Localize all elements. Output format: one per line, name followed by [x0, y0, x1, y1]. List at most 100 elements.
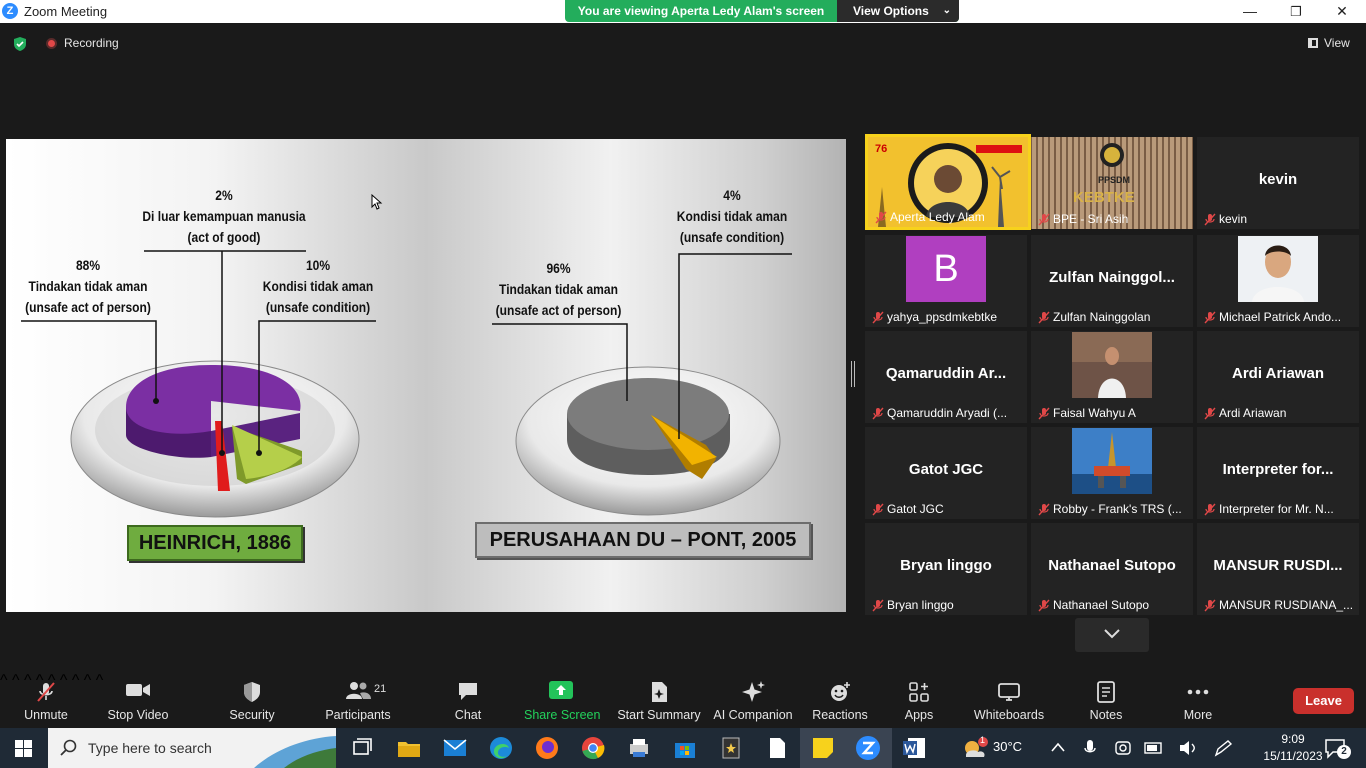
- firefox-icon[interactable]: [533, 734, 561, 762]
- edge-browser-icon[interactable]: [487, 734, 515, 762]
- unmute-button[interactable]: Unmute: [16, 672, 76, 728]
- participant-name: Nathanael Sutopo: [1053, 598, 1150, 612]
- label-2-line2: (act of good): [187, 229, 261, 245]
- chat-button[interactable]: Chat: [443, 672, 493, 728]
- task-view-icon[interactable]: [348, 734, 376, 762]
- printer-app-icon[interactable]: [625, 734, 653, 762]
- taskbar-clock[interactable]: 9:09 15/11/2023: [1262, 731, 1324, 765]
- recording-label[interactable]: Recording: [64, 36, 119, 50]
- label-10-line2: (unsafe condition): [265, 299, 371, 315]
- gallery-next-page-button[interactable]: [1075, 618, 1149, 652]
- microsoft-store-icon[interactable]: [671, 734, 699, 762]
- blank-document-icon[interactable]: [763, 734, 791, 762]
- participant-tile[interactable]: PPSDM KEBTKE BPE - Sri Asih: [1031, 137, 1193, 229]
- participant-name: Michael Patrick Ando...: [1219, 310, 1342, 324]
- whiteboards-button[interactable]: Whiteboards: [970, 672, 1048, 728]
- participant-tile[interactable]: Ardi Ariawan Ardi Ariawan: [1197, 331, 1359, 423]
- participant-tile[interactable]: Byahya_ppsdmkebtke: [865, 235, 1027, 327]
- search-icon: [60, 739, 77, 756]
- view-label: View: [1324, 36, 1350, 50]
- participant-tile[interactable]: Faisal Wahyu A: [1031, 331, 1193, 423]
- leave-button[interactable]: Leave: [1293, 688, 1354, 714]
- participant-name-label: Interpreter for Mr. N...: [1202, 502, 1355, 516]
- label-96-line2: (unsafe act of person): [495, 302, 622, 318]
- tray-camera-icon[interactable]: [1114, 739, 1132, 757]
- view-options-button[interactable]: View Options ⌄: [837, 0, 959, 22]
- volume-icon[interactable]: [1178, 739, 1198, 757]
- label-2-percent: 2% Di luar kemampuan manusia (act of goo…: [138, 185, 310, 248]
- close-button[interactable]: ✕: [1319, 0, 1365, 23]
- pen-workspace-icon[interactable]: [1213, 739, 1233, 757]
- participant-name-label: Zulfan Nainggolan: [1036, 310, 1189, 324]
- participant-tile[interactable]: Michael Patrick Ando...: [1197, 235, 1359, 327]
- security-button[interactable]: Security: [222, 672, 282, 728]
- participant-name: Faisal Wahyu A: [1053, 406, 1136, 420]
- movie-app-icon[interactable]: [717, 734, 745, 762]
- apps-button[interactable]: Apps: [899, 672, 939, 728]
- participant-tile[interactable]: Bryan linggo Bryan linggo: [865, 523, 1027, 615]
- participant-tile[interactable]: kevin kevin: [1197, 137, 1359, 229]
- dupont-title: PERUSAHAAN DU – PONT, 2005: [475, 522, 811, 558]
- participant-tile[interactable]: Nathanael Sutopo Nathanael Sutopo: [1031, 523, 1193, 615]
- zoom-taskbar-icon[interactable]: [854, 734, 882, 762]
- weather-icon[interactable]: [960, 736, 990, 762]
- minimize-button[interactable]: —: [1227, 0, 1273, 23]
- participant-tile[interactable]: Gatot JGC Gatot JGC: [865, 427, 1027, 519]
- restore-button[interactable]: ❐: [1273, 0, 1319, 23]
- notes-icon: [1097, 681, 1115, 703]
- participant-display-name: Bryan linggo: [900, 557, 992, 574]
- participant-tile[interactable]: Interpreter for... Interpreter for Mr. N.…: [1197, 427, 1359, 519]
- participants-button[interactable]: 21 Participants: [322, 672, 394, 728]
- whiteboards-options-caret-icon[interactable]: ^: [84, 672, 92, 689]
- participant-name-label: Gatot JGC: [870, 502, 1023, 516]
- windows-start-button[interactable]: [0, 728, 48, 768]
- view-button[interactable]: View: [1308, 36, 1350, 50]
- taskbar-search-box[interactable]: Type here to search: [48, 728, 336, 768]
- word-icon[interactable]: [900, 734, 928, 762]
- participant-name: Bryan linggo: [887, 598, 954, 612]
- label-96-line1: Tindakan tidak aman: [499, 281, 618, 297]
- share-screen-button[interactable]: Share Screen: [524, 672, 600, 728]
- microphone-muted-icon: [872, 503, 884, 516]
- notes-button[interactable]: Notes: [1081, 672, 1131, 728]
- participant-tile[interactable]: Qamaruddin Ar... Qamaruddin Aryadi (...: [865, 331, 1027, 423]
- participant-name: Aperta Ledy Alam: [890, 210, 985, 224]
- participant-tile[interactable]: Robby - Frank's TRS (...: [1031, 427, 1193, 519]
- stop-video-button[interactable]: Stop Video: [103, 672, 173, 728]
- reactions-button[interactable]: Reactions: [810, 672, 870, 728]
- participant-tile[interactable]: 76 Aperta Ledy Alam: [865, 134, 1031, 230]
- microphone-muted-icon: [872, 599, 884, 612]
- audio-options-caret-icon[interactable]: ^: [0, 672, 8, 689]
- participant-name-label: kevin: [1202, 212, 1355, 226]
- windows-taskbar: Type here to search 1 30°C 9:09 15/11/20…: [0, 728, 1366, 768]
- participant-name: Interpreter for Mr. N...: [1219, 502, 1334, 516]
- window-title: Zoom Meeting: [24, 4, 108, 19]
- gallery-resize-handle[interactable]: [851, 361, 855, 387]
- participants-count: 21: [374, 683, 387, 695]
- participant-name-label: Aperta Ledy Alam: [873, 210, 1024, 224]
- participant-tile[interactable]: Zulfan Nainggol... Zulfan Nainggolan: [1031, 235, 1193, 327]
- temperature-label[interactable]: 30°C: [993, 739, 1022, 754]
- tray-microphone-icon[interactable]: [1083, 739, 1097, 757]
- participant-tile[interactable]: MANSUR RUSDI... MANSUR RUSDIANA_...: [1197, 523, 1359, 615]
- label-4-line1: Kondisi tidak aman: [676, 208, 788, 224]
- battery-icon[interactable]: [1144, 740, 1164, 756]
- mail-icon[interactable]: [441, 734, 469, 762]
- file-explorer-icon[interactable]: [395, 734, 423, 762]
- participant-name-label: MANSUR RUSDIANA_...: [1202, 598, 1355, 612]
- sticky-notes-icon[interactable]: [809, 734, 837, 762]
- more-label: More: [1183, 708, 1213, 722]
- meeting-toolbar: Unmute ^ Stop Video ^ Security 21 Partic…: [0, 672, 1366, 728]
- ai-companion-button[interactable]: AI Companion: [712, 672, 794, 728]
- microphone-muted-icon: [1038, 407, 1050, 420]
- encryption-shield-icon[interactable]: [12, 36, 28, 52]
- microphone-muted-icon: [37, 682, 55, 702]
- microphone-muted-icon: [1038, 311, 1050, 324]
- chat-label: Chat: [454, 708, 482, 722]
- start-summary-button[interactable]: Start Summary: [616, 672, 702, 728]
- show-hidden-icons-chevron-up-icon[interactable]: [1050, 741, 1066, 753]
- chrome-icon[interactable]: [579, 734, 607, 762]
- microphone-muted-icon: [1204, 599, 1216, 612]
- more-button[interactable]: More: [1173, 672, 1223, 728]
- weather-badge-count: 1: [980, 735, 986, 745]
